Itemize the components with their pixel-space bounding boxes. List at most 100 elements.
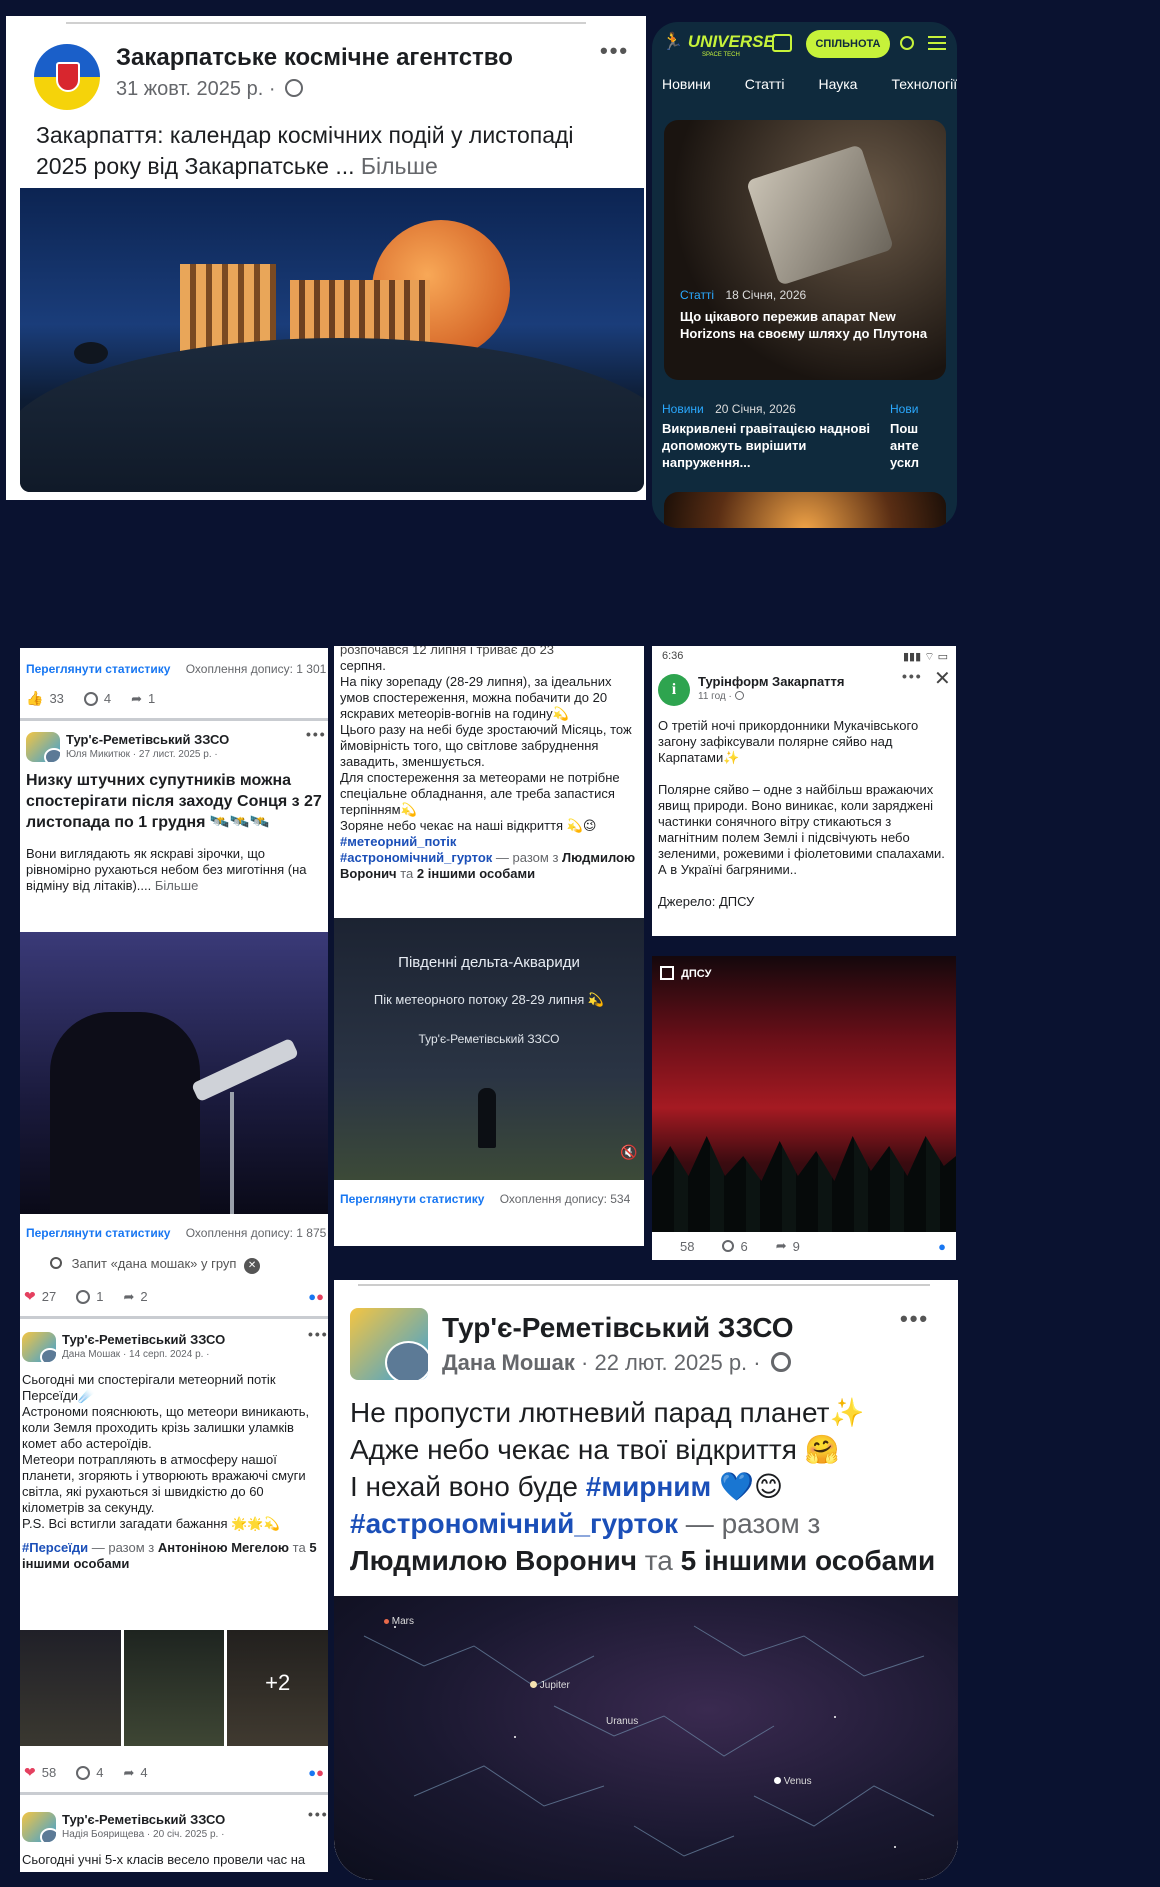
article-date: 18 Січня, 2026 (725, 288, 807, 302)
universe-logo[interactable]: 🏃 UNIVERSE (662, 32, 775, 52)
share-icon[interactable]: ➦ (123, 1289, 134, 1305)
universe-app-screenshot: 🏃 UNIVERSE SPACE TECH СПІЛЬНОТА Новини С… (652, 22, 957, 528)
hashtag-perseids[interactable]: #Персеїди (22, 1540, 88, 1555)
article-meta: Статті 18 Січня, 2026 (680, 288, 806, 302)
likes-count-2: 58 (41, 1765, 57, 1780)
post-date[interactable]: · 22 лют. 2025 р. · (581, 1350, 761, 1375)
menu-icon[interactable] (928, 36, 946, 50)
agency-avatar[interactable] (34, 44, 100, 110)
article-category[interactable]: Статті (680, 288, 714, 302)
community-button[interactable]: СПІЛЬНОТА (806, 30, 890, 58)
comment-icon[interactable] (722, 1240, 735, 1252)
post-body: Сьогодні ми спостерігали метеорний потік… (22, 1372, 310, 1531)
star (514, 1736, 516, 1738)
planet-mars: Mars (384, 1616, 414, 1627)
view-stats-link[interactable]: Переглянути статистику (340, 1192, 484, 1206)
close-icon[interactable]: ✕ (934, 666, 951, 691)
hashtag-meteor[interactable]: #метеорний_потік (340, 834, 640, 850)
photo-2[interactable] (123, 1630, 225, 1746)
universe-logo-text: UNIVERSE (687, 32, 775, 51)
nav-tech[interactable]: Технології (891, 76, 957, 92)
shares-count: 9 (792, 1238, 800, 1254)
stats-row-bottom: Переглянути статистику Охоплення допису:… (20, 1214, 328, 1252)
hashtag-astronomy[interactable]: #астрономічний_гурток (340, 850, 492, 865)
post-menu-button[interactable]: ••• (902, 668, 923, 684)
share-icon[interactable]: ➦ (776, 1238, 787, 1254)
search-icon[interactable] (900, 36, 914, 50)
page-title[interactable]: Закарпатське космічне агентство (116, 44, 513, 72)
aurora-photo[interactable]: ДПСУ (652, 956, 956, 1232)
post-image-temple-moon[interactable] (20, 188, 644, 492)
view-stats-link[interactable]: Переглянути статистику (26, 662, 170, 676)
nav-articles[interactable]: Статті (745, 76, 785, 92)
top-divider (66, 22, 586, 24)
heart-icon[interactable]: ❤ (24, 1288, 36, 1305)
nav-science[interactable]: Наука (819, 76, 858, 92)
status-icons: ▮▮▮ ⌔ ▭ (902, 651, 948, 663)
post-headline: Низку штучних супутників можна спостеріг… (26, 772, 322, 831)
post-menu-button[interactable]: ••• (308, 1812, 328, 1822)
post-planet-parade: Тур'є-Реметівський ЗЗСО Дана Мошак · 22 … (334, 1280, 958, 1880)
more-photos-count[interactable]: +2 (227, 1670, 328, 1696)
hashtag-peaceful[interactable]: #мирним (586, 1471, 711, 1502)
tagged-person[interactable]: Антоніною Мегелою (158, 1540, 289, 1555)
tagged-others[interactable]: 2 іншими особами (417, 866, 535, 881)
school-avatar[interactable] (22, 1812, 56, 1842)
photo-3[interactable]: +2 (227, 1630, 328, 1746)
post-menu-button[interactable]: ••• (900, 1306, 929, 1332)
and-text: та (400, 866, 414, 881)
search-bar[interactable]: Запит «дана мошак» у груп ✕ (50, 1256, 300, 1274)
turinform-avatar[interactable]: i (658, 674, 690, 706)
like-badge-icon: ● (938, 1238, 946, 1254)
star-map-image[interactable]: Mars Jupiter Uranus Venus (334, 1596, 958, 1880)
planet-venus: Venus (774, 1776, 812, 1787)
line-3: Цього разу на небі буде зростаючий Місяц… (340, 722, 632, 769)
more-link[interactable]: Більше (155, 878, 198, 893)
share-icon[interactable]: ➦ (123, 1765, 134, 1781)
photo-1[interactable] (20, 1630, 121, 1746)
article-category-2[interactable]: Новини (662, 402, 704, 416)
post-menu-button[interactable]: ••• (306, 726, 327, 742)
school-avatar[interactable] (26, 732, 60, 762)
calendar-icon[interactable] (772, 34, 792, 52)
hashtag-astronomy[interactable]: #астрономічний_гурток (350, 1508, 678, 1539)
mute-icon[interactable]: 🔇 (620, 1144, 637, 1161)
comment-icon[interactable] (76, 1289, 91, 1304)
page-name[interactable]: Тур'є-Реметівський ЗЗСО (62, 1812, 225, 1827)
article-card-supernova[interactable]: Новини 20 Січня, 2026 Викривлені гравіта… (662, 402, 872, 471)
author-name[interactable]: Дана Мошак (442, 1350, 575, 1375)
page-name[interactable]: Тур'є-Реметівський ЗЗСО (442, 1312, 794, 1344)
author-date: Надія Боярищева · 20 січ. 2025 р. · (62, 1829, 225, 1840)
article-title-2[interactable]: Викривлені гравітацією наднові допоможут… (662, 420, 872, 471)
school-avatar[interactable] (350, 1308, 428, 1380)
post-menu-button[interactable]: ••• (308, 1326, 328, 1342)
date-text[interactable]: 31 жовт. 2025 р. · (116, 78, 276, 100)
school-avatar[interactable] (22, 1332, 56, 1362)
page-name[interactable]: Турінформ Закарпаття (698, 674, 845, 689)
telescope-photo[interactable] (20, 932, 328, 1214)
article-title[interactable]: Що цікавого пережив апарат New Horizons … (680, 308, 936, 342)
heart-icon[interactable]: ❤ (24, 1764, 36, 1781)
post-menu-button[interactable]: ••• (600, 38, 629, 64)
globe-icon (770, 1352, 791, 1372)
comment-icon[interactable] (76, 1765, 91, 1780)
comments-count-2: 4 (96, 1765, 104, 1780)
meteor-video[interactable]: Південні дельта-Аквариди Пік метеорного … (334, 918, 644, 1180)
article-card-new-horizons[interactable]: Статті 18 Січня, 2026 Що цікавого пережи… (664, 120, 946, 380)
reach-text: Охоплення допису: 1 301 (185, 662, 327, 676)
page-name[interactable]: Тур'є-Реметівський ЗЗСО (62, 1332, 225, 1347)
clear-search-icon[interactable]: ✕ (244, 1258, 261, 1274)
view-stats-link-2[interactable]: Переглянути статистику (26, 1226, 170, 1240)
article-card-partial[interactable]: Нови Пош анте ускл (890, 402, 950, 471)
page-name[interactable]: Тур'є-Реметівський ЗЗСО (66, 732, 229, 747)
share-icon[interactable]: ➦ (131, 691, 142, 707)
more-link[interactable]: Більше (361, 153, 438, 179)
like-icon[interactable]: 👍 (26, 690, 43, 707)
comment-icon[interactable] (83, 691, 98, 706)
line-3-text: І нехай воно буде (350, 1471, 579, 1502)
line-1: серпня. (340, 658, 386, 673)
nav-news[interactable]: Новини (662, 76, 711, 92)
tagged-person[interactable]: Людмилою Воронич (350, 1545, 637, 1576)
post-body: Вони виглядають як яскраві зірочки, що р… (26, 846, 326, 894)
tagged-others[interactable]: 5 іншими особами (681, 1545, 936, 1576)
